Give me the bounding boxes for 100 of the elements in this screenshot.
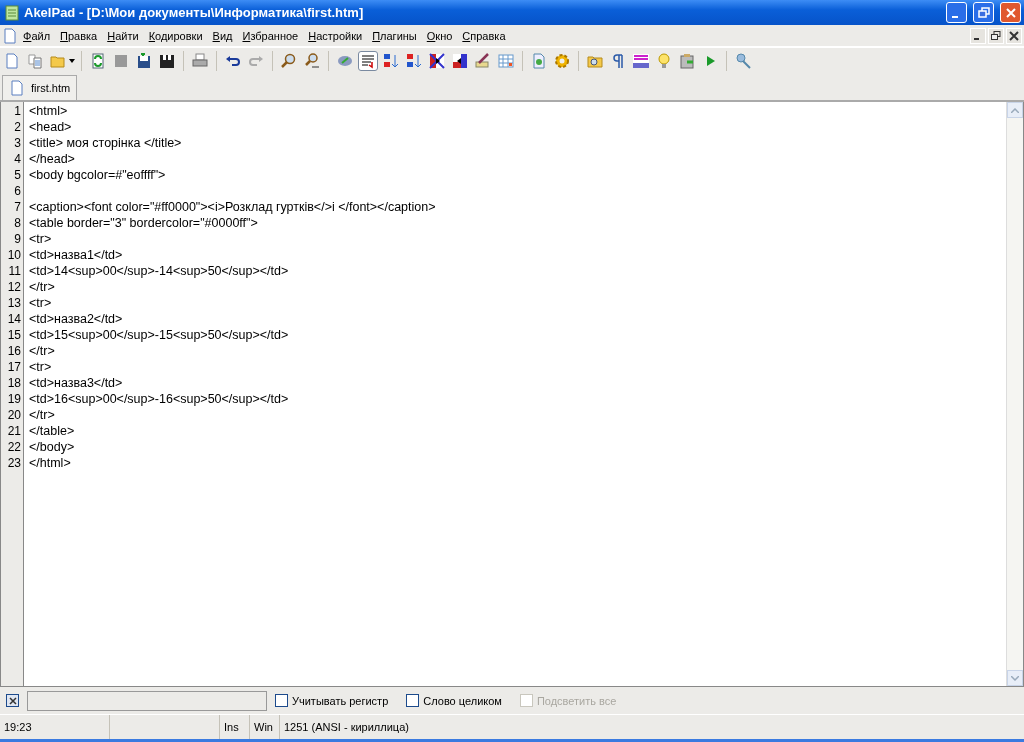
- menu-item[interactable]: Справка: [457, 29, 511, 42]
- line-number: 19: [7, 392, 21, 406]
- line-number: 5: [14, 168, 21, 182]
- file-tab[interactable]: first.htm: [2, 75, 78, 100]
- save-icon[interactable]: [136, 53, 152, 69]
- checkbox[interactable]: [275, 694, 288, 707]
- print-icon[interactable]: [192, 53, 208, 69]
- code-line: <td>назва2</td>: [29, 312, 123, 326]
- code-line: </html>: [29, 456, 71, 470]
- encoding: 1251 (ANSI - кириллица): [284, 721, 409, 733]
- line-number: 1: [14, 104, 21, 118]
- code-line: </body>: [29, 440, 75, 454]
- code-line: <tr>: [29, 360, 52, 374]
- caret-icon[interactable]: [69, 59, 75, 63]
- code-line: <td>16<sup>00</sup>-16<sup>50</sup></td>: [29, 392, 289, 406]
- tab-label: first.htm: [31, 82, 71, 94]
- document-icon[interactable]: [531, 53, 547, 69]
- line-number: 12: [7, 280, 21, 294]
- search-icon[interactable]: [281, 53, 297, 69]
- close-icon: [1004, 6, 1017, 19]
- refresh-icon[interactable]: [90, 53, 106, 69]
- code-line: <td>назва3</td>: [29, 376, 123, 390]
- line-number: 14: [7, 312, 21, 326]
- code-line: <td>назва1</td>: [29, 248, 123, 262]
- line-number: 13: [7, 296, 21, 310]
- minimize-button[interactable]: [970, 27, 986, 44]
- folder-search-icon[interactable]: [587, 53, 603, 69]
- code-line: <html>: [29, 104, 68, 118]
- save-all-icon[interactable]: [159, 53, 175, 69]
- minimize-icon: [974, 38, 979, 40]
- restore-icon: [977, 6, 990, 19]
- code-line: <caption><font color="#ff0000"><i>Розклад гуртків</>i </font></caption>: [29, 200, 436, 214]
- word-wrap-icon: [360, 53, 376, 69]
- code-line: <td>15<sup>00</sup>-15<sup>50</sup></td>: [29, 328, 289, 342]
- line-number: 7: [14, 200, 21, 214]
- menu-item[interactable]: Настройки: [303, 29, 368, 42]
- window-title: AkelPad - [D:\Мои документы\Информатика\first.htm]: [24, 5, 364, 20]
- line-endings: Win: [254, 721, 273, 733]
- cursor-position: 19:23: [4, 721, 32, 733]
- line-number: 17: [7, 360, 21, 374]
- restore-button[interactable]: [988, 27, 1004, 44]
- menu-item[interactable]: Правка: [55, 29, 103, 42]
- replace-icon[interactable]: [304, 53, 320, 69]
- sort-ascending-icon[interactable]: [383, 53, 399, 69]
- word-wrap-button[interactable]: [358, 51, 378, 71]
- line-number: 6: [14, 184, 21, 198]
- menu-item[interactable]: Найти: [102, 29, 144, 42]
- code-line: </tr>: [29, 408, 55, 422]
- checkbox-option[interactable]: Учитывать регистр: [275, 694, 389, 707]
- insert-mode: Ins: [224, 721, 239, 733]
- menu-item[interactable]: Файл: [18, 29, 56, 42]
- code-line: </head>: [29, 152, 75, 166]
- code-line: <table border="3" bordercolor="#0000ff">: [29, 216, 258, 230]
- gear-icon[interactable]: [554, 53, 570, 69]
- clipboard-icon[interactable]: [679, 53, 695, 69]
- line-number: 23: [7, 456, 21, 470]
- code-line: </tr>: [29, 344, 55, 358]
- find-field[interactable]: [27, 690, 267, 711]
- pen-icon[interactable]: [475, 53, 491, 69]
- code-line: <tr>: [29, 232, 52, 246]
- line-number: 4: [14, 152, 21, 166]
- notepad-icon: [4, 4, 20, 21]
- sort-descending-icon[interactable]: [406, 53, 422, 69]
- chevron-up-icon: [1011, 107, 1019, 113]
- line-number: 21: [7, 424, 21, 438]
- line-number: 15: [7, 328, 21, 342]
- menu-item[interactable]: Плагины: [367, 29, 422, 42]
- code-line: <head>: [29, 120, 72, 134]
- line-number: 22: [7, 440, 21, 454]
- code-line: <title> моя сторінка </title>: [29, 136, 182, 150]
- menu-item[interactable]: Окно: [421, 29, 458, 42]
- line-number: 2: [14, 120, 21, 134]
- calendar-icon[interactable]: [498, 53, 514, 69]
- document-icon: [9, 80, 25, 96]
- menu-item[interactable]: Избранное: [237, 29, 304, 42]
- code-line: <td>14<sup>00</sup>-14<sup>50</sup></td>: [29, 264, 289, 278]
- undo-icon[interactable]: [225, 53, 241, 69]
- menu-item[interactable]: Кодировки: [143, 29, 208, 42]
- line-number: 3: [14, 136, 21, 150]
- menu-item[interactable]: Вид: [207, 29, 238, 42]
- line-number: 9: [14, 232, 21, 246]
- chevron-down-icon: [1011, 675, 1019, 681]
- code-line: </tr>: [29, 280, 55, 294]
- copy-icon[interactable]: [27, 53, 43, 69]
- restore-icon: [991, 30, 1001, 41]
- new-document-icon[interactable]: [4, 53, 20, 69]
- checkbox[interactable]: [406, 694, 420, 707]
- close-button[interactable]: [6, 694, 19, 707]
- line-number: 18: [7, 376, 21, 390]
- close-icon: [8, 696, 17, 705]
- code-line: <tr>: [29, 296, 52, 310]
- flag-icon[interactable]: [429, 53, 445, 69]
- line-number: 10: [7, 248, 21, 262]
- pilcrow-icon[interactable]: [610, 53, 626, 69]
- checkbox-option[interactable]: Слово целиком: [406, 694, 502, 707]
- flag-icon[interactable]: [452, 53, 468, 69]
- line-number: 8: [14, 216, 21, 230]
- line-number: 11: [8, 264, 21, 278]
- minimize-icon: [951, 15, 958, 18]
- lightbulb-icon[interactable]: [656, 53, 672, 69]
